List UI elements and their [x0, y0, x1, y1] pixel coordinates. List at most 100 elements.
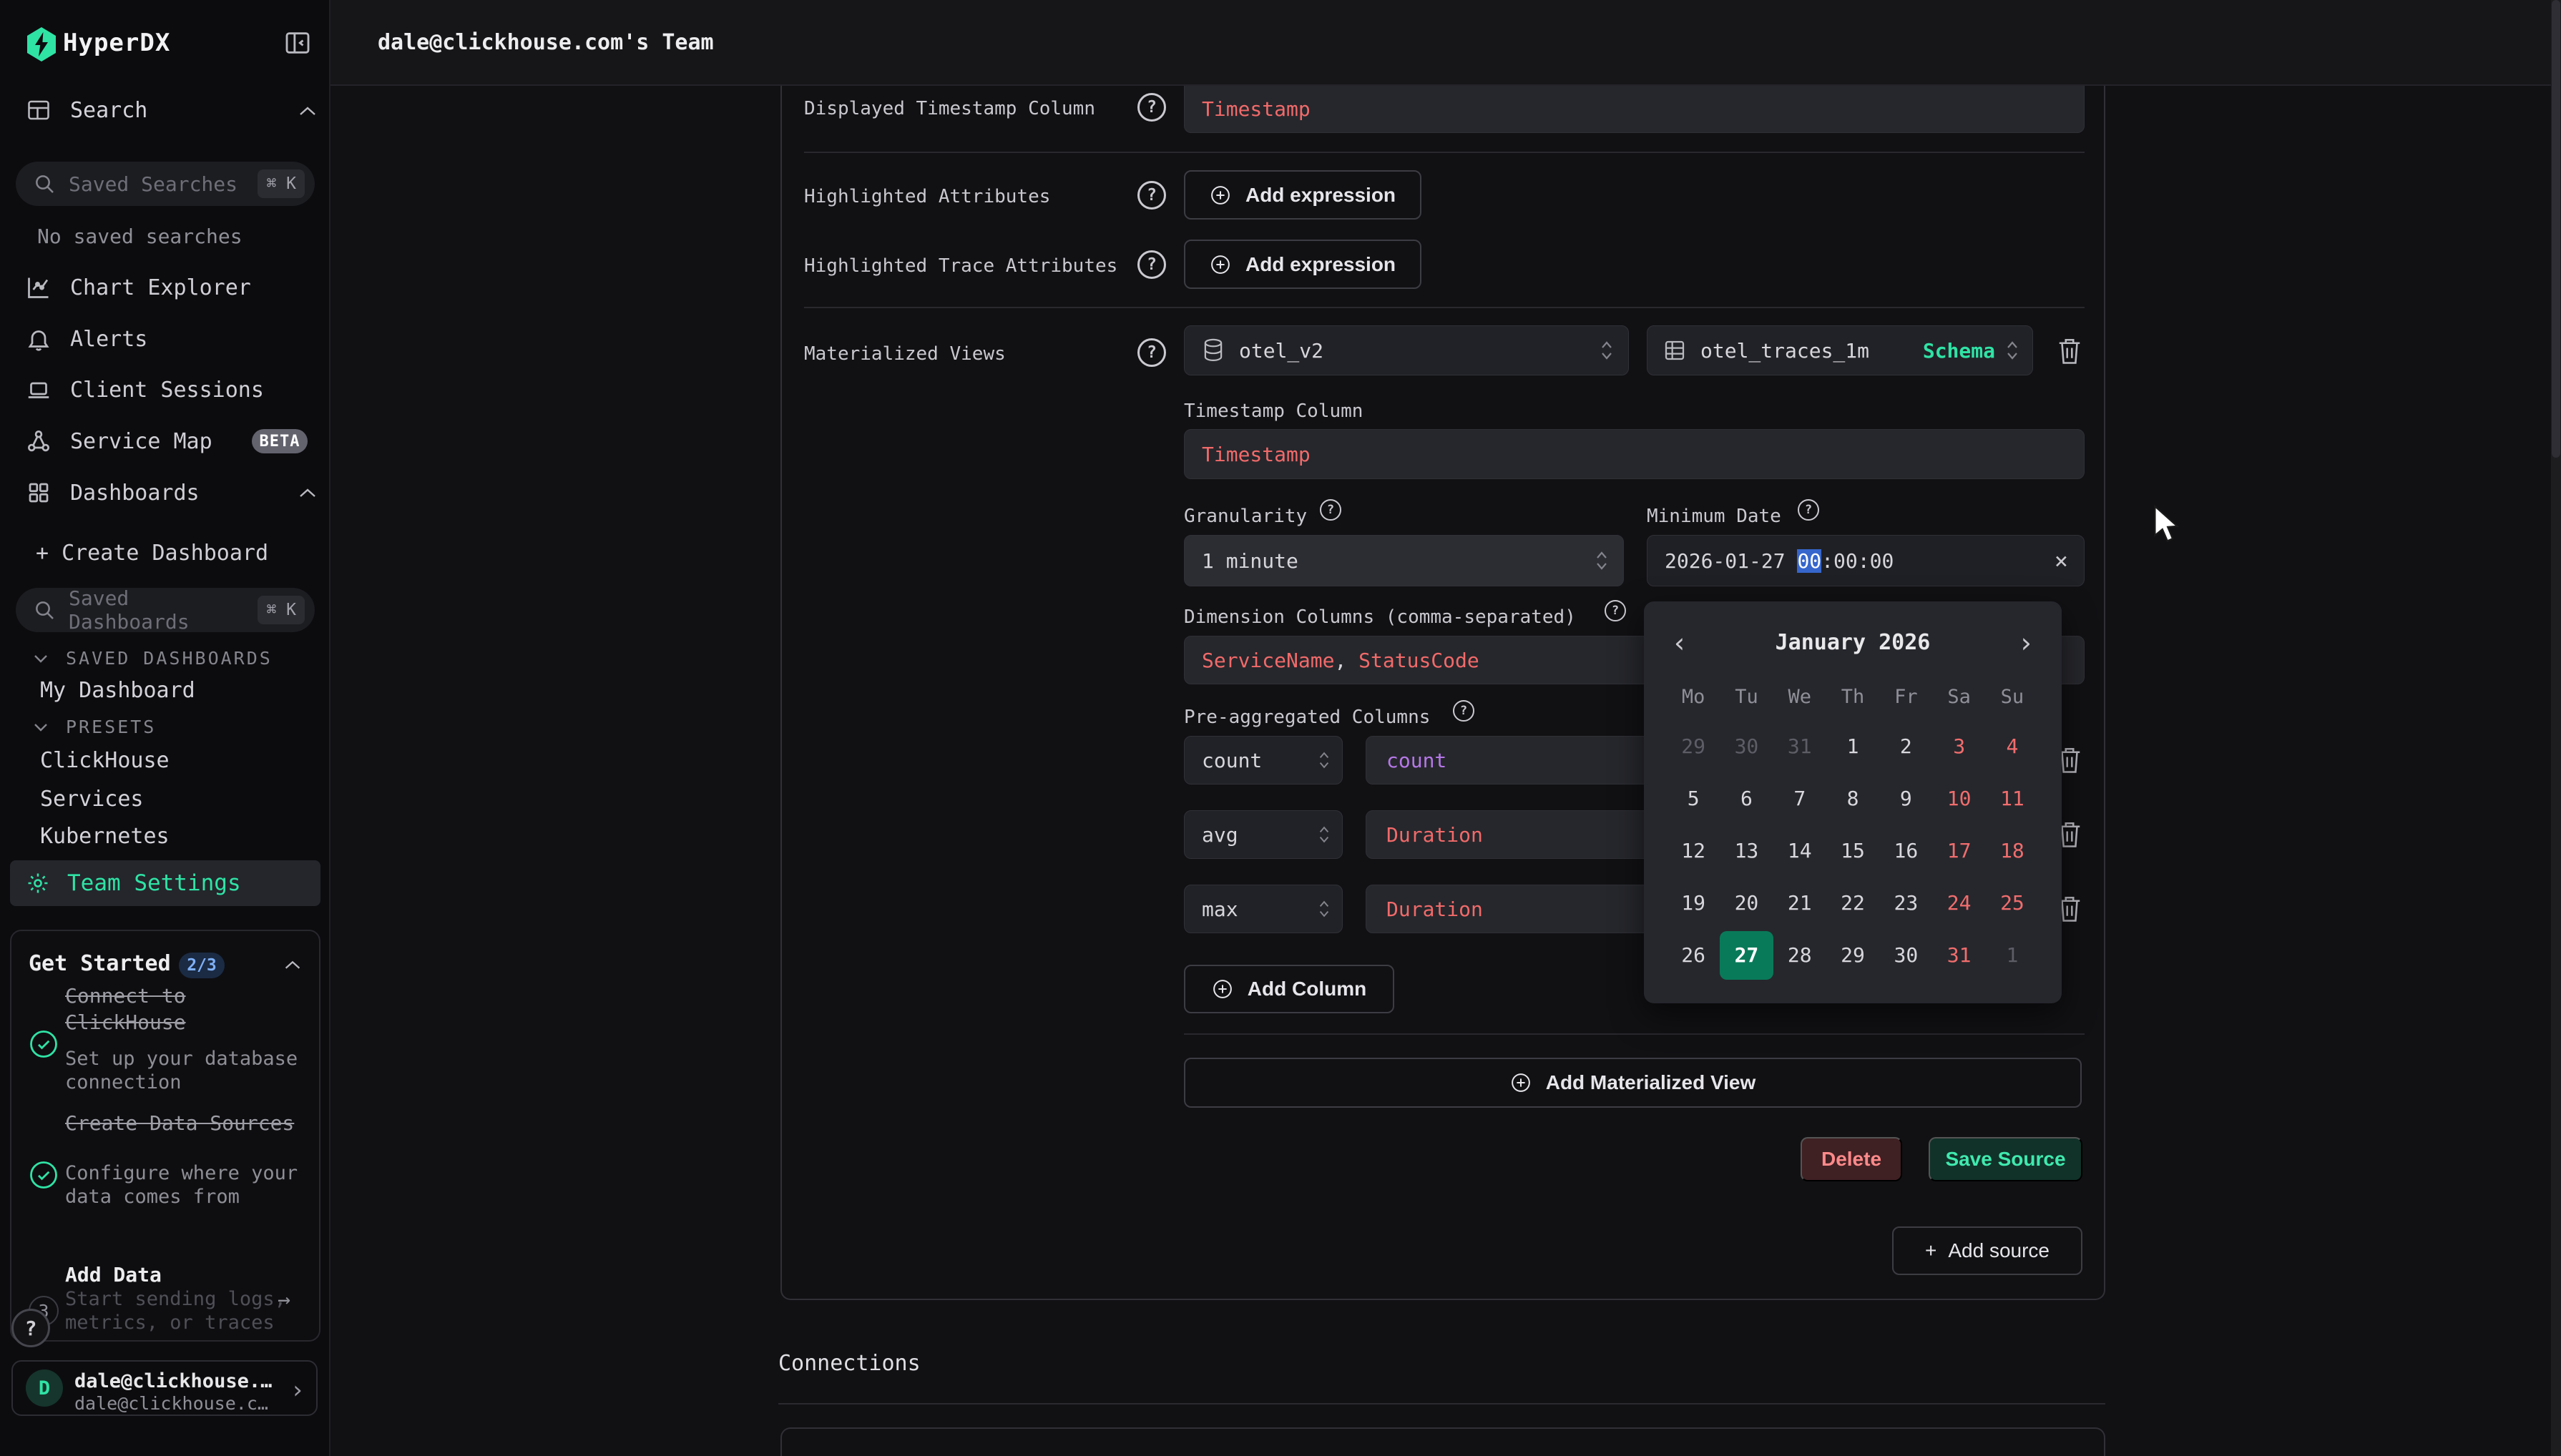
add-expression-button[interactable]: Add expression: [1184, 240, 1421, 289]
sidebar-item-clickhouse[interactable]: ClickHouse: [40, 748, 170, 773]
sidebar-item-services[interactable]: Services: [40, 787, 144, 812]
sidebar-item-alerts[interactable]: Alerts: [26, 326, 147, 352]
divider: [804, 307, 2085, 308]
minimum-date-input[interactable]: 2026-01-27 00:00:00 ×: [1647, 535, 2085, 586]
calendar-day[interactable]: 23: [1879, 883, 1932, 923]
help-icon[interactable]: ?: [1453, 700, 1474, 722]
calendar-day[interactable]: 16: [1879, 831, 1932, 871]
scrollbar-thumb[interactable]: [2552, 0, 2560, 458]
materialized-table-select[interactable]: otel_traces_1m Schema: [1647, 325, 2033, 375]
calendar-day[interactable]: 26: [1667, 935, 1720, 975]
sidebar-item-team-settings[interactable]: Team Settings: [10, 860, 320, 906]
aggregate-fn-select[interactable]: count: [1184, 736, 1343, 784]
help-icon[interactable]: ?: [1320, 499, 1341, 521]
top-bar: dale@clickhouse.com's Team: [330, 0, 2561, 86]
user-account-button[interactable]: D dale@clickhouse.… dale@clickhouse.c… ›: [11, 1360, 318, 1416]
calendar-day[interactable]: 27: [1720, 931, 1773, 980]
calendar-day[interactable]: 1: [1826, 727, 1879, 767]
sidebar-item-client-sessions[interactable]: Client Sessions: [26, 377, 264, 403]
chevron-up-icon[interactable]: [296, 486, 319, 501]
calendar-day[interactable]: 30: [1720, 727, 1773, 767]
sidebar-item-kubernetes[interactable]: Kubernetes: [40, 824, 170, 849]
calendar-day[interactable]: 29: [1826, 935, 1879, 975]
calendar-day[interactable]: 24: [1932, 883, 1985, 923]
select-chevrons-icon: [1600, 339, 1614, 362]
calendar-day[interactable]: 3: [1932, 727, 1985, 767]
sidebar-item-dashboards[interactable]: Dashboards: [26, 480, 200, 506]
calendar-day[interactable]: 28: [1773, 935, 1826, 975]
chevron-up-icon[interactable]: [282, 958, 303, 973]
help-icon[interactable]: ?: [1137, 93, 1166, 122]
help-button[interactable]: ?: [11, 1309, 50, 1347]
add-column-button[interactable]: Add Column: [1184, 965, 1394, 1013]
calendar-day[interactable]: 15: [1826, 831, 1879, 871]
collapse-sidebar-icon[interactable]: [283, 29, 312, 57]
calendar-day[interactable]: 21: [1773, 883, 1826, 923]
granularity-select[interactable]: 1 minute: [1184, 535, 1624, 586]
calendar-day[interactable]: 25: [1986, 883, 2039, 923]
calendar-day[interactable]: 4: [1986, 727, 2039, 767]
help-icon[interactable]: ?: [1137, 250, 1166, 279]
calendar-day[interactable]: 2: [1879, 727, 1932, 767]
mv-timestamp-column-input[interactable]: Timestamp: [1184, 429, 2085, 479]
calendar-day[interactable]: 31: [1932, 935, 1985, 975]
calendar-day[interactable]: 17: [1932, 831, 1985, 871]
next-month-icon[interactable]: ›: [2010, 627, 2042, 659]
delete-view-trash-icon[interactable]: [2057, 336, 2082, 366]
scrollbar[interactable]: [2551, 0, 2561, 1456]
chevron-up-icon[interactable]: [296, 104, 319, 119]
calendar-day[interactable]: 12: [1667, 831, 1720, 871]
section-presets[interactable]: PRESETS: [31, 717, 156, 737]
add-source-button[interactable]: + Add source: [1892, 1226, 2082, 1275]
help-icon[interactable]: ?: [1798, 499, 1819, 521]
materialized-view-select[interactable]: otel_v2: [1184, 325, 1629, 375]
sidebar-item-chart-explorer[interactable]: Chart Explorer: [26, 275, 251, 300]
calendar-day[interactable]: 6: [1720, 779, 1773, 819]
task-title[interactable]: Connect to ClickHouse: [65, 983, 308, 1036]
aggregate-fn-select[interactable]: avg: [1184, 810, 1343, 859]
delete-button[interactable]: Delete: [1801, 1137, 1902, 1181]
calendar-day[interactable]: 20: [1720, 883, 1773, 923]
add-materialized-view-button[interactable]: Add Materialized View: [1184, 1058, 2082, 1108]
help-icon[interactable]: ?: [1137, 338, 1166, 367]
calendar-day[interactable]: 1: [1986, 935, 2039, 975]
calendar-month-label[interactable]: January 2026: [1644, 630, 2062, 655]
clear-date-icon[interactable]: ×: [2055, 547, 2068, 574]
help-icon[interactable]: ?: [1137, 181, 1166, 210]
field-label: Highlighted Attributes: [804, 182, 1050, 211]
sidebar-item-label: Search: [70, 98, 147, 123]
calendar-day[interactable]: 9: [1879, 779, 1932, 819]
task-title[interactable]: Add Data: [65, 1261, 308, 1288]
calendar-weekday-header: MoTuWeThFrSaSu: [1667, 686, 2039, 708]
calendar-day[interactable]: 10: [1932, 779, 1985, 819]
field-label: Materialized Views: [804, 340, 1006, 368]
help-icon[interactable]: ?: [1605, 600, 1626, 621]
button-label: Add Materialized View: [1546, 1071, 1756, 1094]
saved-dashboards-input[interactable]: Saved Dashboards ⌘ K: [16, 588, 315, 632]
aggregate-fn-select[interactable]: max: [1184, 885, 1343, 933]
calendar-day[interactable]: 22: [1826, 883, 1879, 923]
add-expression-button[interactable]: Add expression: [1184, 170, 1421, 220]
displayed-timestamp-input[interactable]: Timestamp: [1184, 86, 2085, 133]
calendar-day[interactable]: 7: [1773, 779, 1826, 819]
sidebar-item-search[interactable]: Search: [26, 97, 147, 123]
calendar-day[interactable]: 5: [1667, 779, 1720, 819]
section-saved-dashboards[interactable]: SAVED DASHBOARDS: [31, 648, 273, 669]
calendar-day[interactable]: 11: [1986, 779, 2039, 819]
create-dashboard-button[interactable]: + Create Dashboard: [36, 541, 268, 566]
task-title[interactable]: Create Data Sources: [65, 1110, 308, 1136]
calendar-day[interactable]: 8: [1826, 779, 1879, 819]
save-source-button[interactable]: Save Source: [1929, 1137, 2082, 1181]
saved-searches-placeholder: Saved Searches: [69, 172, 258, 196]
calendar-day[interactable]: 31: [1773, 727, 1826, 767]
calendar-day[interactable]: 19: [1667, 883, 1720, 923]
calendar-day[interactable]: 29: [1667, 727, 1720, 767]
calendar-day[interactable]: 30: [1879, 935, 1932, 975]
calendar-day[interactable]: 14: [1773, 831, 1826, 871]
sidebar-item-service-map[interactable]: Service Map: [26, 428, 212, 454]
schema-badge[interactable]: Schema: [1923, 339, 1995, 363]
saved-searches-input[interactable]: Saved Searches ⌘ K: [16, 162, 315, 206]
calendar-day[interactable]: 13: [1720, 831, 1773, 871]
calendar-day[interactable]: 18: [1986, 831, 2039, 871]
sidebar-item-my-dashboard[interactable]: My Dashboard: [40, 678, 195, 703]
